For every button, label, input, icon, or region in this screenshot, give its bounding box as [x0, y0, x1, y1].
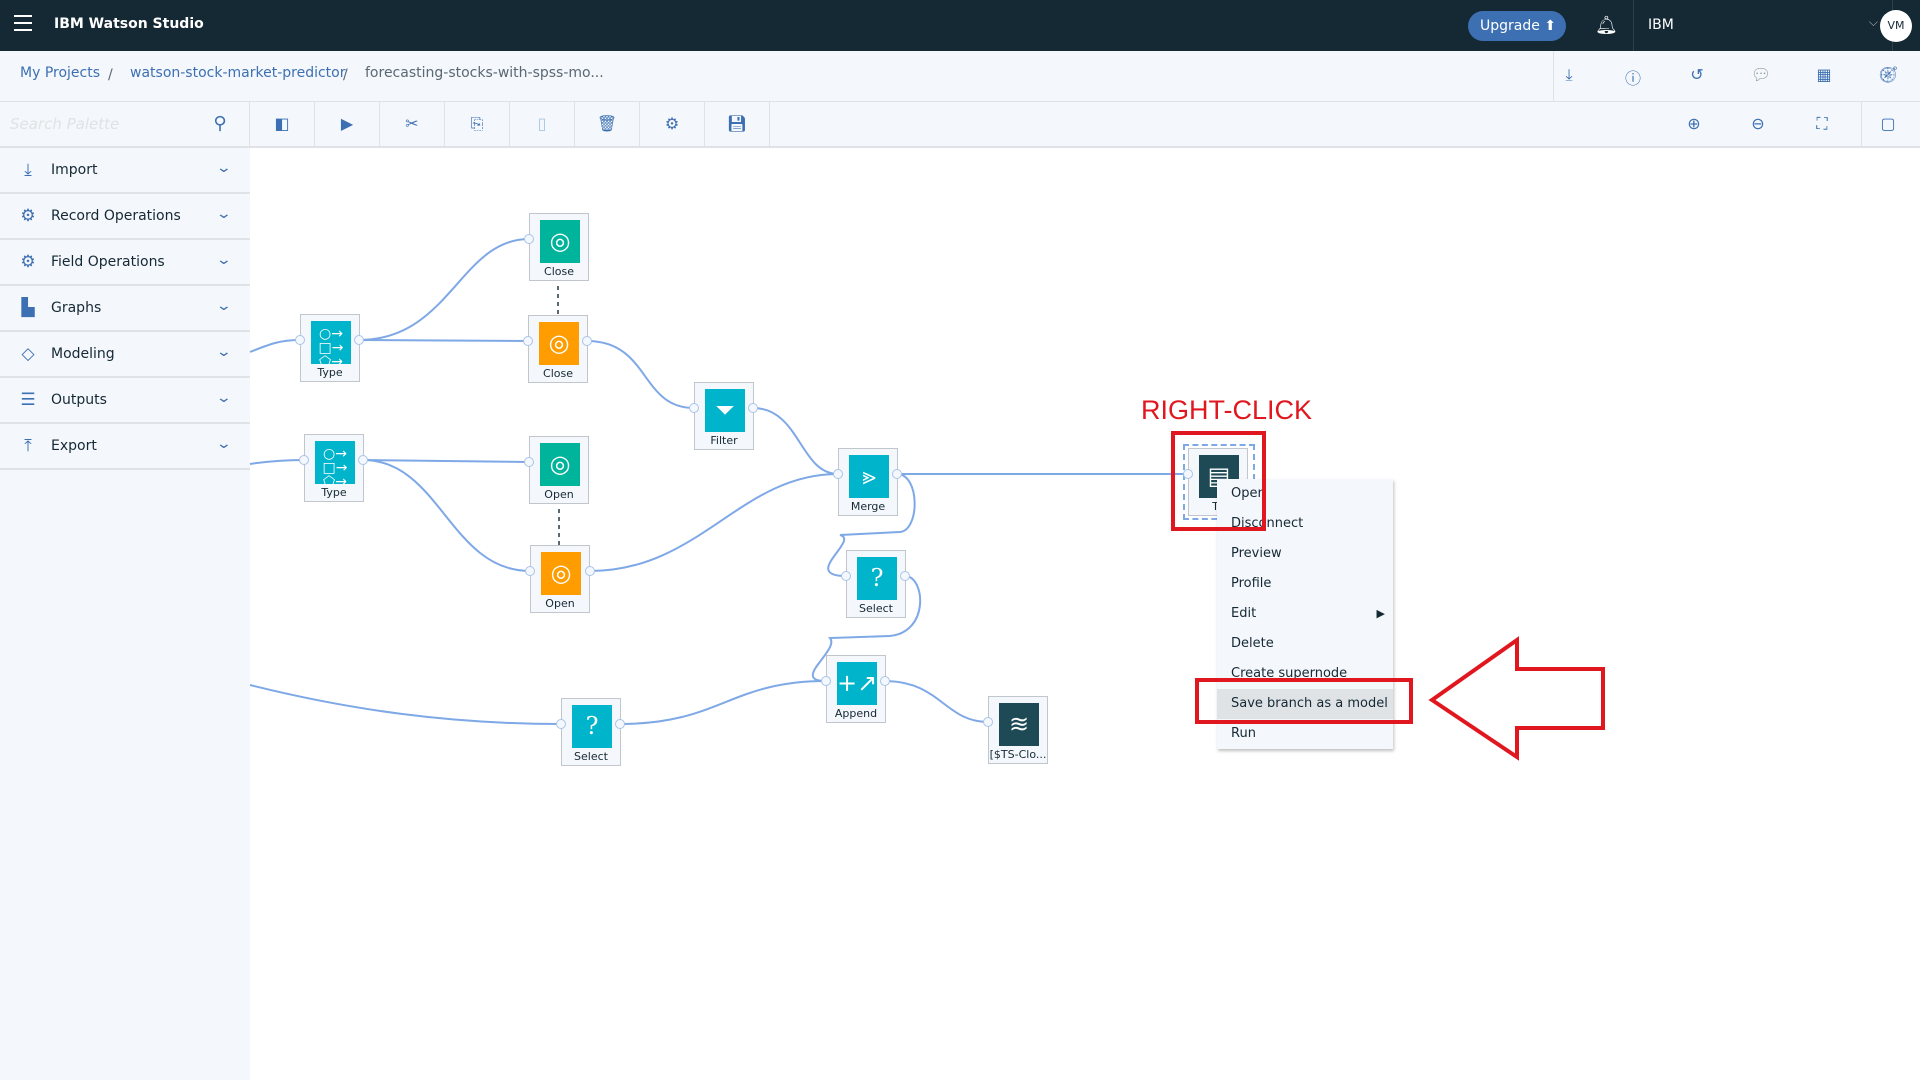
- input-port[interactable]: [523, 336, 533, 346]
- annotation-box-node: [1171, 431, 1266, 531]
- node-label: Close: [543, 367, 573, 380]
- submenu-arrow-icon: ▶: [1376, 607, 1385, 620]
- node-append[interactable]: +↗ Append: [826, 655, 886, 723]
- node-type-1[interactable]: ○→ □→ ⬠→ Type: [300, 314, 360, 382]
- input-port[interactable]: [983, 717, 993, 727]
- node-label: Filter: [710, 434, 738, 447]
- input-port[interactable]: [841, 571, 851, 581]
- node-label: Select: [574, 750, 608, 763]
- node-merge[interactable]: ⪢ Merge: [838, 448, 898, 516]
- output-port[interactable]: [582, 336, 592, 346]
- input-port[interactable]: [689, 403, 699, 413]
- output-port[interactable]: [900, 571, 910, 581]
- output-port[interactable]: [354, 335, 364, 345]
- node-label: Append: [834, 707, 878, 720]
- input-port[interactable]: [524, 457, 534, 467]
- menu-item-preview[interactable]: Preview: [1217, 539, 1393, 569]
- output-port[interactable]: [615, 719, 625, 729]
- node-label: Open: [544, 488, 574, 501]
- output-port[interactable]: [585, 566, 595, 576]
- node-label: Select: [859, 602, 893, 615]
- filter-icon: ⏷: [705, 389, 745, 432]
- node-filter[interactable]: ⏷ Filter: [694, 382, 754, 450]
- input-port[interactable]: [299, 455, 309, 465]
- input-port[interactable]: [821, 676, 831, 686]
- input-port[interactable]: [556, 719, 566, 729]
- node-label: Open: [545, 597, 575, 610]
- node-label: Type: [321, 486, 347, 499]
- node-select-2[interactable]: ? Select: [561, 698, 621, 766]
- append-icon: +↗: [837, 662, 877, 705]
- type-icon: ○→ □→ ⬠→: [311, 321, 351, 369]
- output-port[interactable]: [748, 403, 758, 413]
- node-open-green[interactable]: ◎ Open: [529, 436, 589, 504]
- node-label: Close: [544, 265, 574, 278]
- output-port[interactable]: [880, 676, 890, 686]
- menu-item-label: Edit: [1231, 606, 1257, 621]
- menu-item-delete[interactable]: Delete: [1217, 629, 1393, 659]
- output-port[interactable]: [358, 455, 368, 465]
- time-series-model-icon: ◎: [541, 552, 581, 595]
- output-port[interactable]: [892, 469, 902, 479]
- right-click-annotation: RIGHT-CLICK: [1141, 395, 1313, 425]
- flow-links: [249, 238, 1188, 725]
- input-port[interactable]: [833, 469, 843, 479]
- select-icon: ?: [572, 705, 612, 748]
- node-close-green[interactable]: ◎ Close: [529, 213, 589, 281]
- node-ts-model[interactable]: ≋ [$TS-Clo...: [988, 696, 1048, 764]
- annotation-box-menu-item: [1195, 678, 1413, 724]
- input-port[interactable]: [295, 335, 305, 345]
- menu-item-profile[interactable]: Profile: [1217, 569, 1393, 599]
- type-icon: ○→ □→ ⬠→: [315, 441, 355, 489]
- model-nugget-icon: ≋: [999, 703, 1039, 746]
- node-type-2[interactable]: ○→ □→ ⬠→ Type: [304, 434, 364, 502]
- select-icon: ?: [857, 557, 897, 600]
- annotation-arrow-icon: [1428, 636, 1605, 761]
- menu-item-edit[interactable]: Edit ▶: [1217, 599, 1393, 629]
- merge-icon: ⪢: [849, 455, 889, 498]
- input-port[interactable]: [524, 234, 534, 244]
- node-close-orange[interactable]: ◎ Close: [528, 315, 588, 383]
- node-select-1[interactable]: ? Select: [846, 550, 906, 618]
- time-series-icon: ◎: [540, 220, 580, 263]
- node-open-orange[interactable]: ◎ Open: [530, 545, 590, 613]
- node-label: Merge: [850, 500, 886, 513]
- time-series-icon: ◎: [540, 443, 580, 486]
- node-label: Type: [317, 366, 343, 379]
- time-series-model-icon: ◎: [539, 322, 579, 365]
- node-label: [$TS-Clo...: [989, 748, 1047, 761]
- input-port[interactable]: [525, 566, 535, 576]
